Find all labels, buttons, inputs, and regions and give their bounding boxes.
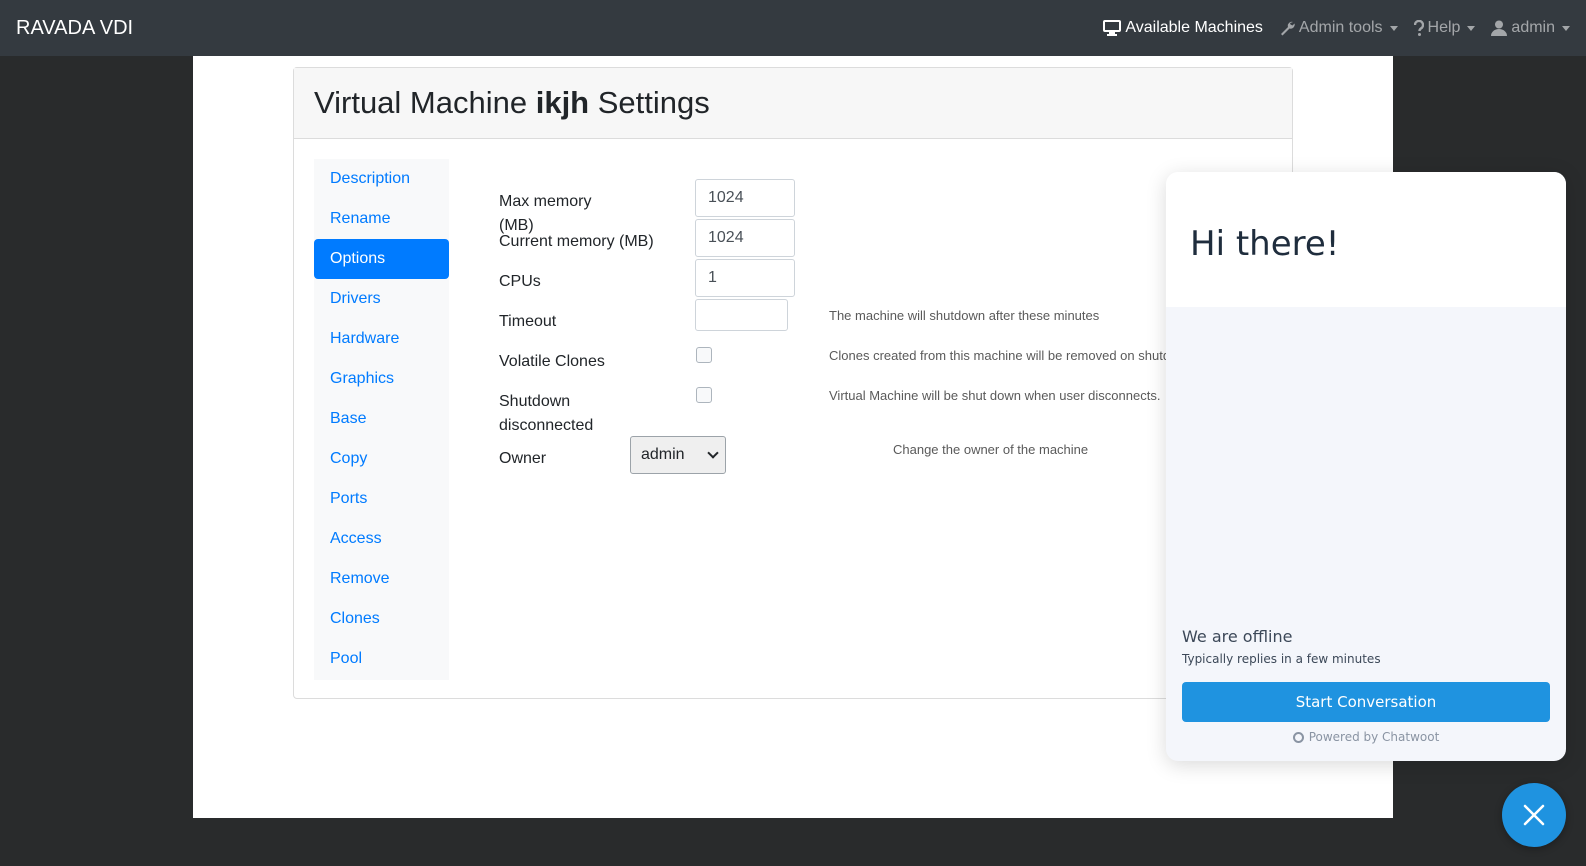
machine-name: ikjh [535, 85, 590, 120]
nav-available-machines[interactable]: Available Machines [1103, 19, 1263, 37]
volatile-clones-row: Volatile Clones Clones created from this… [499, 339, 1279, 379]
owner-select-value: admin [641, 446, 685, 463]
chevron-down-icon [1562, 25, 1570, 31]
timeout-input[interactable] [695, 299, 788, 331]
chat-status: We are offline Typically replies in a fe… [1182, 627, 1381, 666]
sidenav-item-drivers[interactable]: Drivers [314, 279, 449, 319]
chat-reply-time: Typically replies in a few minutes [1182, 652, 1381, 666]
chevron-down-icon [707, 447, 719, 459]
desktop-icon [1103, 20, 1122, 36]
volatile-clones-checkbox[interactable] [696, 347, 712, 363]
nav-user-label: admin [1511, 19, 1555, 36]
sidenav-item-copy[interactable]: Copy [314, 439, 449, 479]
nav-user-menu[interactable]: admin [1491, 19, 1570, 37]
sidenav-item-graphics[interactable]: Graphics [314, 359, 449, 399]
chevron-down-icon [1467, 25, 1476, 31]
shutdown-disconnected-row: Shutdown disconnected Virtual Machine wi… [499, 379, 1279, 434]
volatile-clones-label: Volatile Clones [499, 353, 605, 370]
chat-widget: Hi there! We are offline Typically repli… [1166, 172, 1566, 761]
nav-admin-tools[interactable]: Admin tools [1279, 19, 1398, 37]
timeout-hint: The machine will shutdown after these mi… [829, 308, 1100, 323]
chevron-down-icon [1389, 25, 1398, 31]
shutdown-disconnected-hint: Virtual Machine will be shut down when u… [829, 388, 1161, 403]
title-suffix: Settings [589, 85, 710, 120]
cpus-label: CPUs [499, 273, 541, 290]
question-icon [1413, 20, 1424, 36]
sidenav-item-access[interactable]: Access [314, 519, 449, 559]
owner-select[interactable]: admin [630, 436, 726, 474]
sidenav-item-ports[interactable]: Ports [314, 479, 449, 519]
timeout-row: Timeout The machine will shutdown after … [499, 299, 1279, 339]
powered-by-label: Powered by Chatwoot [1308, 730, 1440, 744]
timeout-label: Timeout [499, 313, 557, 330]
nav-admin-tools-label: Admin tools [1298, 19, 1383, 36]
wrench-icon [1280, 21, 1295, 36]
owner-label: Owner [499, 450, 547, 467]
sidenav-item-hardware[interactable]: Hardware [314, 319, 449, 359]
nav-available-machines-label: Available Machines [1125, 19, 1263, 36]
chat-greeting: Hi there! [1190, 224, 1340, 264]
options-form: Max memory (MB) Current memory (MB) CPUs… [499, 179, 1279, 476]
close-icon [1523, 804, 1545, 826]
shutdown-disconnected-checkbox[interactable] [696, 387, 712, 403]
sidenav-item-remove[interactable]: Remove [314, 559, 449, 599]
current-memory-input[interactable] [695, 219, 795, 257]
owner-hint: Change the owner of the machine [893, 442, 1089, 457]
start-conversation-button[interactable]: Start Conversation [1182, 682, 1550, 722]
chat-close-button[interactable] [1502, 783, 1566, 847]
card-header: Virtual Machine ikjh Settings [294, 68, 1292, 139]
sidenav-item-pool[interactable]: Pool [314, 639, 449, 679]
cpus-row: CPUs [499, 259, 1279, 299]
nav-help[interactable]: Help [1413, 19, 1476, 37]
user-icon [1491, 20, 1508, 36]
page-title: Virtual Machine ikjh Settings [314, 85, 710, 121]
max-memory-input[interactable] [695, 179, 795, 217]
top-navbar: RAVADA VDI Available Machines Admin tool… [0, 0, 1586, 56]
chatwoot-logo-icon [1292, 731, 1304, 743]
sidenav-item-options[interactable]: Options [314, 239, 449, 279]
sidenav-item-rename[interactable]: Rename [314, 199, 449, 239]
chat-header: Hi there! [1166, 172, 1566, 307]
cpus-input[interactable] [695, 259, 795, 297]
sidenav-item-clones[interactable]: Clones [314, 599, 449, 639]
nav-help-label: Help [1427, 19, 1461, 36]
current-memory-label: Current memory (MB) [499, 233, 654, 250]
sidenav-item-description[interactable]: Description [314, 159, 449, 199]
owner-row: Owner admin Change the owner of the mach… [499, 436, 1279, 476]
shutdown-disconnected-label: Shutdown disconnected [499, 393, 594, 434]
settings-sidenav: Description Rename Options Drivers Hardw… [314, 159, 449, 680]
nav-menu: Available Machines Admin tools Help admi… [1103, 19, 1570, 37]
current-memory-row: Current memory (MB) [499, 219, 1279, 259]
brand-logo[interactable]: RAVADA VDI [16, 17, 133, 40]
volatile-clones-hint: Clones created from this machine will be… [829, 348, 1178, 363]
title-prefix: Virtual Machine [314, 85, 536, 120]
sidenav-item-base[interactable]: Base [314, 399, 449, 439]
chat-status-text: We are offline [1182, 627, 1293, 646]
max-memory-row: Max memory (MB) [499, 179, 1279, 234]
powered-by[interactable]: Powered by Chatwoot [1166, 730, 1566, 744]
settings-card: Virtual Machine ikjh Settings Descriptio… [293, 67, 1293, 699]
